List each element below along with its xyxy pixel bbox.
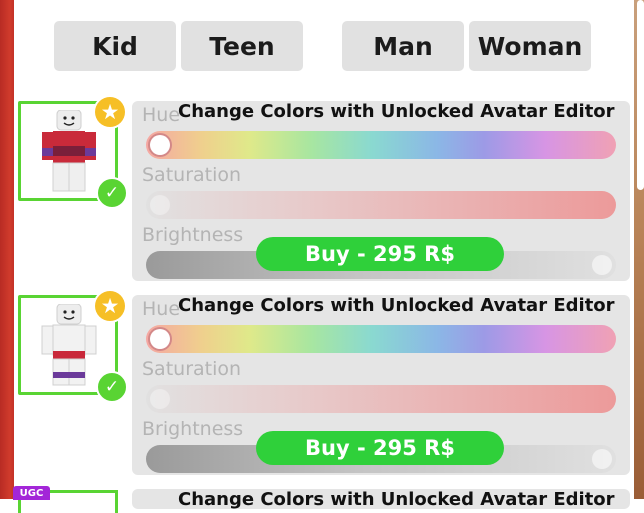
saturation-slider-handle[interactable] [150,195,170,215]
hue-slider-handle[interactable] [150,135,170,155]
tab-woman[interactable]: Woman [469,21,591,71]
hue-label: Hue [142,104,181,126]
saturation-slider[interactable] [146,191,616,219]
avatar-outfit-preview [42,110,96,192]
saturation-label: Saturation [142,358,242,380]
hue-label: Hue [142,298,181,320]
brightness-label: Brightness [142,418,244,440]
hue-slider-handle[interactable] [150,329,170,349]
item-thumbnail[interactable]: ★ ✓ [18,289,128,403]
ugc-badge: UGC [13,486,50,500]
background-left-edge [0,0,14,499]
tab-teen[interactable]: Teen [181,21,303,71]
scrollbar-track[interactable] [634,0,644,499]
buy-button[interactable]: Buy - 295 R$ [256,237,504,271]
star-icon: ★ [93,95,127,129]
hue-slider[interactable] [146,325,616,353]
item-thumbnail[interactable]: ★ ✓ [18,95,128,209]
item-title: Change Colors with Unlocked Avatar Edito… [178,489,615,510]
tab-kid[interactable]: Kid [54,21,176,71]
brightness-label: Brightness [142,224,244,246]
scrollbar-thumb[interactable] [637,0,644,190]
saturation-slider-handle[interactable] [150,389,170,409]
avatar-outfit-preview [41,304,97,386]
checkmark-icon: ✓ [96,371,128,403]
brightness-slider-handle[interactable] [592,255,612,275]
star-icon: ★ [93,289,127,323]
brightness-slider-handle[interactable] [592,449,612,469]
item-title: Change Colors with Unlocked Avatar Edito… [178,295,615,316]
hue-slider[interactable] [146,131,616,159]
saturation-label: Saturation [142,164,242,186]
saturation-slider[interactable] [146,385,616,413]
buy-button[interactable]: Buy - 295 R$ [256,431,504,465]
item-title: Change Colors with Unlocked Avatar Edito… [178,101,615,122]
checkmark-icon: ✓ [96,177,128,209]
tab-man[interactable]: Man [342,21,464,71]
